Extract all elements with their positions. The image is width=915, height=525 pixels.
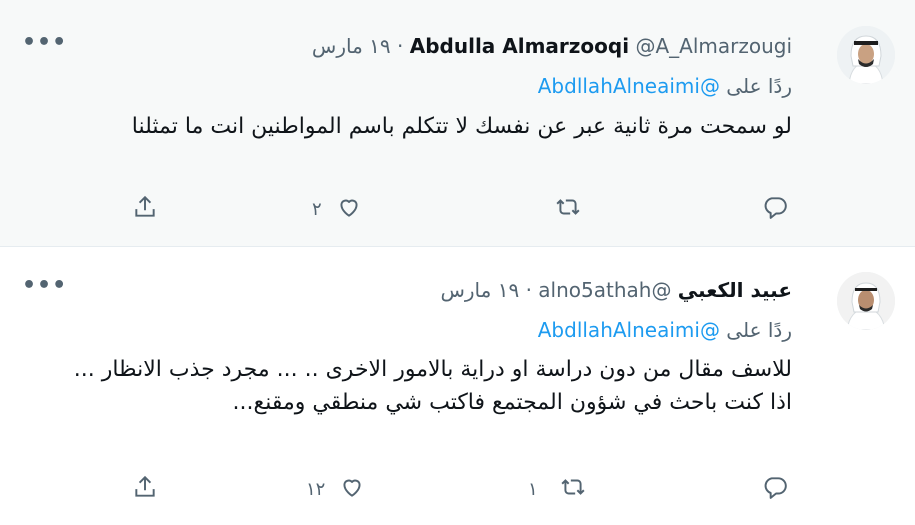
- share-icon: [132, 474, 158, 505]
- tweet-header: عبيد الكعبي @alno5athah · ١٩ مارس: [440, 276, 792, 304]
- retweet-button[interactable]: ١: [528, 472, 586, 506]
- like-count: ١٢: [306, 478, 326, 500]
- retweet-count: ١: [528, 478, 538, 500]
- reply-prefix: ردًا على: [726, 318, 792, 342]
- tweet-text: للاسف مقال من دون دراسة او دراية بالامور…: [73, 357, 792, 415]
- replying-to: ردًا على @AbdllahAlneaimi: [538, 316, 792, 344]
- reply-button[interactable]: [762, 472, 788, 506]
- like-icon: [339, 474, 365, 505]
- avatar[interactable]: [837, 272, 895, 330]
- retweet-icon: [560, 474, 586, 505]
- tweet-2[interactable]: ••• عبيد الكعبي @alno5athah · ١٩ مارس رد…: [0, 0, 915, 525]
- reply-mention-link[interactable]: @AbdllahAlneaimi: [538, 318, 720, 342]
- display-name[interactable]: عبيد الكعبي: [678, 278, 792, 302]
- separator-dot: ·: [525, 278, 532, 302]
- more-icon[interactable]: •••: [22, 273, 67, 298]
- tweet-actions: ١ ١٢: [0, 472, 915, 506]
- reply-icon: [762, 474, 788, 505]
- share-button[interactable]: [132, 472, 158, 506]
- timestamp[interactable]: ١٩ مارس: [440, 278, 519, 302]
- like-button[interactable]: ١٢: [306, 472, 365, 506]
- username[interactable]: @alno5athah: [538, 278, 671, 302]
